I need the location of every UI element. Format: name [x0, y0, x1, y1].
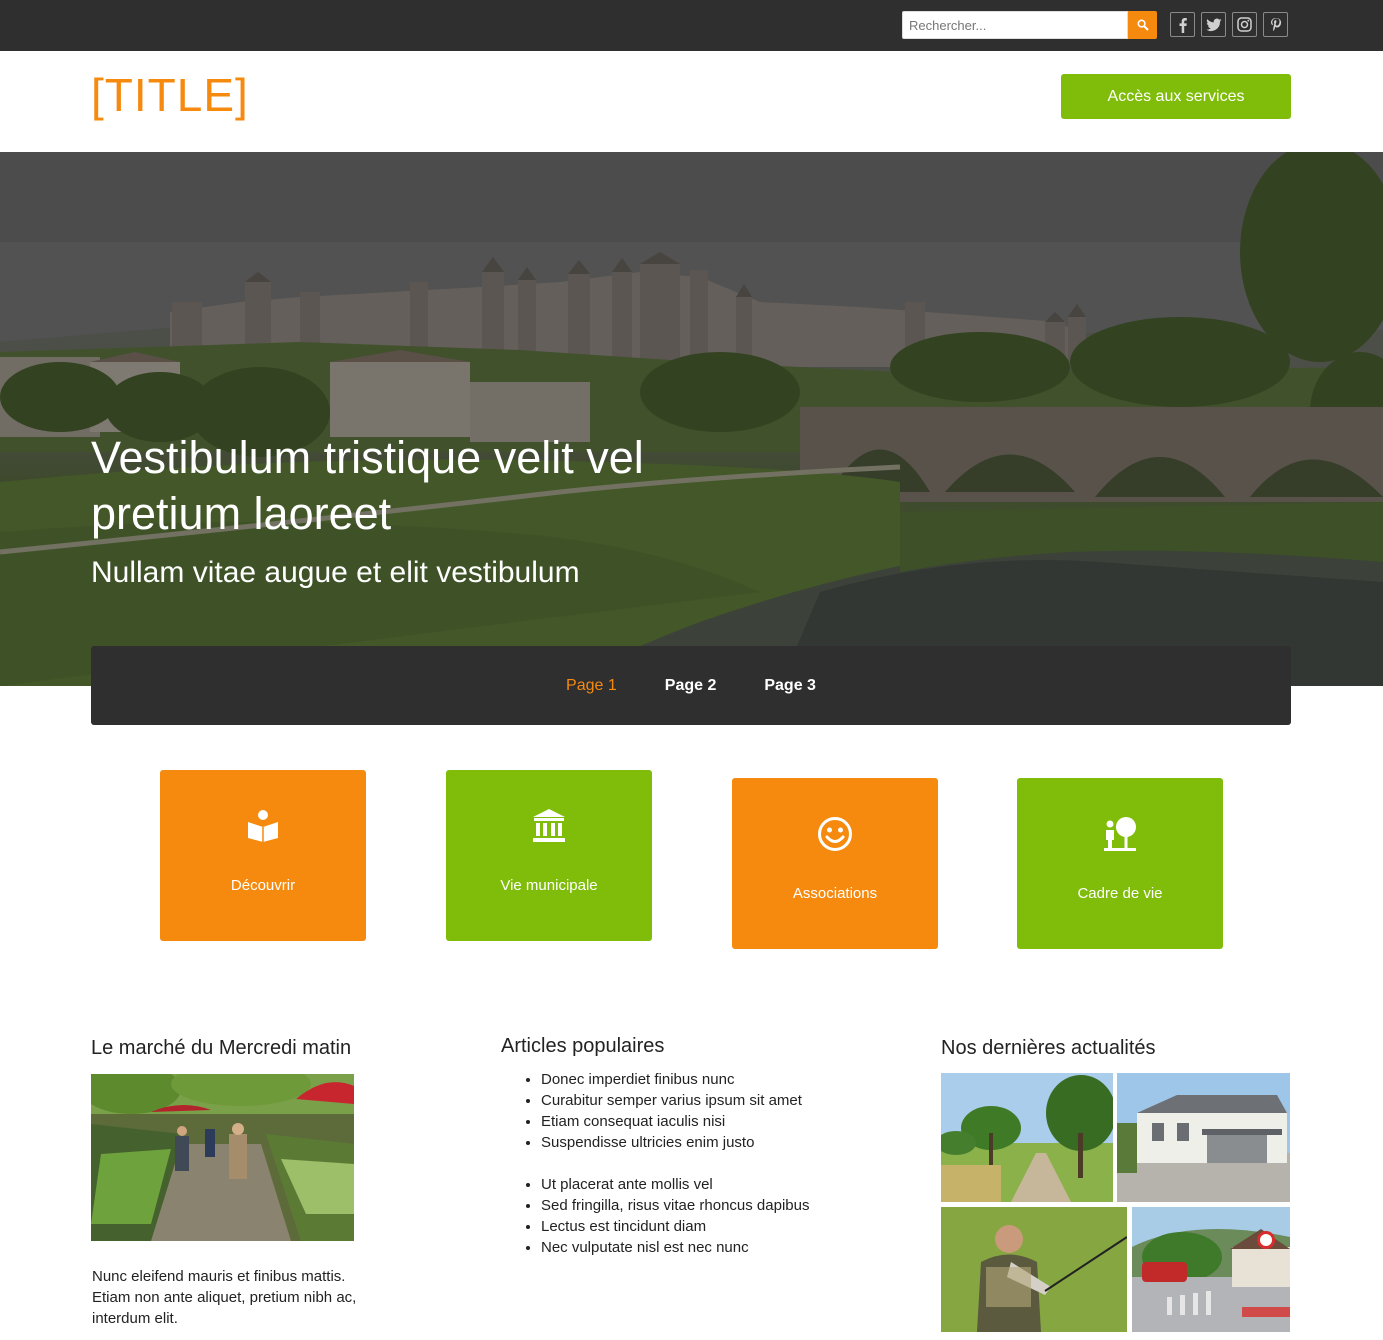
list-item[interactable]: Lectus est tincidunt diam — [541, 1216, 809, 1237]
news-photo-path[interactable] — [941, 1073, 1113, 1202]
nav-item-page-3[interactable]: Page 3 — [740, 677, 840, 695]
facebook-icon — [1179, 17, 1187, 33]
list-item[interactable]: Nec vulputate nisl est nec nunc — [541, 1237, 809, 1258]
pinterest-icon — [1270, 17, 1281, 31]
tile-cadre-de-vie[interactable]: Cadre de vie — [1017, 778, 1223, 949]
town-hall-icon — [533, 809, 565, 842]
social-links — [1170, 12, 1288, 37]
tile-associations[interactable]: Associations — [732, 778, 938, 949]
main-nav: Page 1 Page 2 Page 3 — [91, 646, 1291, 725]
person-tree-icon — [1104, 817, 1136, 851]
nav-item-page-2[interactable]: Page 2 — [641, 677, 741, 695]
market-photo[interactable] — [91, 1074, 354, 1241]
news-photo-building[interactable] — [1117, 1073, 1290, 1202]
tile-label: Découvrir — [230, 877, 296, 894]
popular-list-2: Ut placerat ante mollis vel Sed fringill… — [541, 1174, 809, 1258]
market-title: Le marché du Mercredi matin — [91, 1037, 352, 1059]
list-item[interactable]: Suspendisse ultricies enim justo — [541, 1132, 809, 1153]
search-input[interactable] — [902, 11, 1128, 39]
facebook-link[interactable] — [1170, 12, 1195, 37]
news-photo-fishing[interactable] — [941, 1207, 1127, 1332]
popular-list-1: Donec imperdiet finibus nunc Curabitur s… — [541, 1069, 809, 1153]
instagram-link[interactable] — [1232, 12, 1257, 37]
hero-banner: Vestibulum tristique velit vel pretium l… — [0, 152, 1383, 686]
search-form — [902, 11, 1157, 39]
site-title[interactable]: [TITLE] — [91, 68, 249, 122]
list-item[interactable]: Sed fringilla, risus vitae rhoncus dapib… — [541, 1195, 809, 1216]
book-reader-icon — [248, 810, 278, 842]
list-item[interactable]: Ut placerat ante mollis vel — [541, 1174, 809, 1195]
pinterest-link[interactable] — [1263, 12, 1288, 37]
list-item[interactable]: Curabitur semper varius ipsum sit amet — [541, 1090, 809, 1111]
tile-label: Vie municipale — [500, 877, 598, 894]
instagram-icon — [1237, 17, 1252, 32]
services-access-button[interactable]: Accès aux services — [1061, 74, 1291, 119]
hero-title: Vestibulum tristique velit vel pretium l… — [91, 432, 644, 539]
tile-label: Cadre de vie — [1077, 885, 1163, 902]
hero-subtitle: Nullam vitae augue et elit vestibulum — [91, 556, 580, 589]
popular-title: Articles populaires — [501, 1035, 665, 1057]
news-title: Nos dernières actualités — [941, 1037, 1156, 1059]
popular-articles: Donec imperdiet finibus nunc Curabitur s… — [541, 1069, 809, 1258]
nav-item-page-1[interactable]: Page 1 — [542, 677, 641, 695]
smiley-icon — [818, 817, 852, 851]
tile-decouvrir[interactable]: Découvrir — [160, 770, 366, 941]
top-bar — [0, 0, 1383, 51]
list-item[interactable]: Etiam consequat iaculis nisi — [541, 1111, 809, 1132]
list-item[interactable]: Donec imperdiet finibus nunc — [541, 1069, 809, 1090]
market-text: Nunc eleifend mauris et finibus mattis. … — [92, 1268, 357, 1327]
tile-vie-municipale[interactable]: Vie municipale — [446, 770, 652, 941]
twitter-link[interactable] — [1201, 12, 1226, 37]
news-photo-street[interactable] — [1132, 1207, 1290, 1332]
twitter-icon — [1205, 18, 1221, 31]
tile-label: Associations — [792, 885, 878, 902]
hero-landscape-image — [0, 152, 1383, 686]
search-button[interactable] — [1128, 11, 1157, 39]
search-icon — [1136, 19, 1149, 31]
